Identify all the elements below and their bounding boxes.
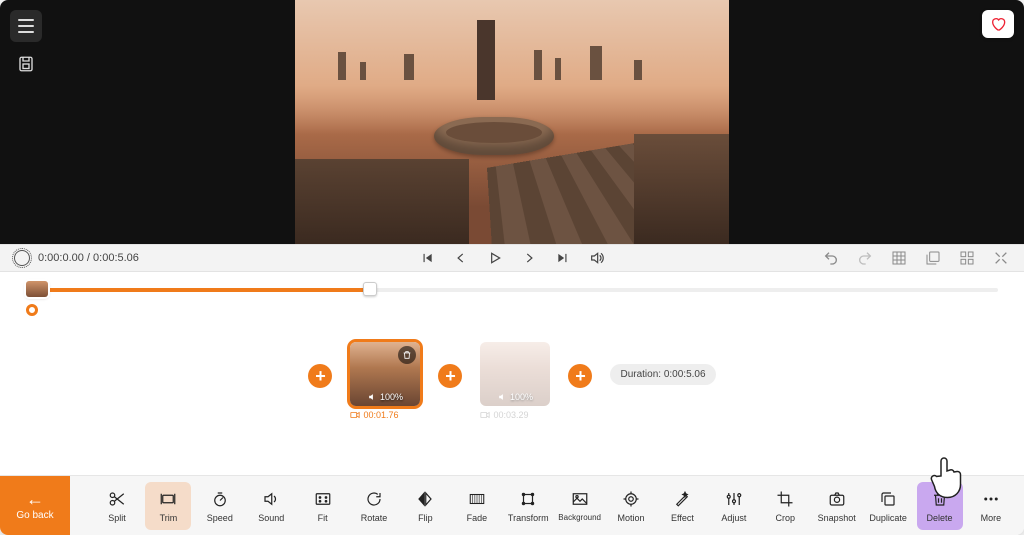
playhead-handle[interactable] xyxy=(363,282,377,296)
duplicate-tool[interactable]: Duplicate xyxy=(865,482,911,530)
save-button[interactable] xyxy=(14,52,38,76)
clip-volume-indicator: 100% xyxy=(368,392,403,402)
play-button[interactable] xyxy=(487,250,503,266)
next-frame-button[interactable] xyxy=(521,250,537,266)
speed-tool[interactable]: Speed xyxy=(197,482,243,530)
trim-tool[interactable]: Trim xyxy=(145,482,191,530)
flip-tool[interactable]: Flip xyxy=(402,482,448,530)
flip-icon xyxy=(415,489,435,509)
hamburger-menu-button[interactable] xyxy=(10,10,42,42)
effect-icon xyxy=(672,489,692,509)
rotate-icon xyxy=(364,489,384,509)
time-display: 0:00:0.00 / 0:00:5.06 xyxy=(38,252,139,264)
split-tool[interactable]: Split xyxy=(94,482,140,530)
settings-icon[interactable] xyxy=(14,250,30,266)
trim-icon xyxy=(158,489,178,509)
timeline[interactable] xyxy=(0,272,1024,312)
motion-tool[interactable]: Motion xyxy=(608,482,654,530)
control-bar: 0:00:0.00 / 0:00:5.06 xyxy=(0,244,1024,272)
background-tool[interactable]: Background xyxy=(557,482,603,530)
arrow-left-icon: ← xyxy=(26,490,44,508)
background-icon xyxy=(570,489,590,509)
volume-button[interactable] xyxy=(589,250,605,266)
more-tool[interactable]: More xyxy=(968,482,1014,530)
clip-time-label: 00:01.76 xyxy=(350,410,420,420)
clips-row: + 100% 00:01.76 + xyxy=(0,312,1024,432)
layers-button[interactable] xyxy=(924,249,942,267)
grid-button[interactable] xyxy=(890,249,908,267)
clip-item[interactable]: 100% 00:01.76 xyxy=(350,342,420,420)
redo-button[interactable] xyxy=(856,249,874,267)
delete-tool[interactable]: Delete xyxy=(917,482,963,530)
crop-icon xyxy=(775,489,795,509)
fade-tool[interactable]: Fade xyxy=(454,482,500,530)
trash-icon xyxy=(930,489,950,509)
skip-end-button[interactable] xyxy=(555,250,571,266)
transport-controls xyxy=(419,250,605,266)
duplicate-icon xyxy=(878,489,898,509)
camera-icon xyxy=(827,489,847,509)
transform-icon xyxy=(518,489,538,509)
speed-icon xyxy=(210,489,230,509)
adjust-icon xyxy=(724,489,744,509)
go-back-label: Go back xyxy=(16,510,53,521)
scissors-icon xyxy=(107,489,127,509)
clip-volume-indicator: 100% xyxy=(498,392,533,402)
clip-time-label: 00:03.29 xyxy=(480,410,550,420)
fullscreen-button[interactable] xyxy=(992,249,1010,267)
timeline-start-thumb[interactable] xyxy=(26,281,48,297)
snapshot-tool[interactable]: Snapshot xyxy=(814,482,860,530)
preview-area xyxy=(0,0,1024,244)
adjust-tool[interactable]: Adjust xyxy=(711,482,757,530)
add-clip-between-button[interactable]: + xyxy=(438,364,462,388)
more-icon xyxy=(981,489,1001,509)
fade-icon xyxy=(467,489,487,509)
right-controls xyxy=(822,249,1010,267)
clip-thumbnail[interactable]: 100% xyxy=(350,342,420,406)
go-back-button[interactable]: ← Go back xyxy=(0,476,70,535)
add-clip-after-button[interactable]: + xyxy=(568,364,592,388)
crop-tool[interactable]: Crop xyxy=(762,482,808,530)
fit-tool[interactable]: Fit xyxy=(300,482,346,530)
sound-icon xyxy=(261,489,281,509)
sound-tool[interactable]: Sound xyxy=(248,482,294,530)
skip-start-button[interactable] xyxy=(419,250,435,266)
duration-pill: Duration: 0:00:5.06 xyxy=(610,364,715,385)
prev-frame-button[interactable] xyxy=(453,250,469,266)
app-root: 0:00:0.00 / 0:00:5.06 + xyxy=(0,0,1024,535)
transform-tool[interactable]: Transform xyxy=(505,482,551,530)
undo-button[interactable] xyxy=(822,249,840,267)
video-preview[interactable] xyxy=(295,0,729,244)
grid-view-button[interactable] xyxy=(958,249,976,267)
fit-icon xyxy=(313,489,333,509)
effect-tool[interactable]: Effect xyxy=(659,482,705,530)
favorite-button[interactable] xyxy=(982,10,1014,38)
clip-item[interactable]: 100% 00:03.29 xyxy=(480,342,550,420)
add-clip-before-button[interactable]: + xyxy=(308,364,332,388)
motion-icon xyxy=(621,489,641,509)
rotate-tool[interactable]: Rotate xyxy=(351,482,397,530)
bottom-toolbar: ← Go back Split Trim Speed Sound Fit xyxy=(0,475,1024,535)
timeline-progress xyxy=(40,288,370,292)
clip-thumbnail[interactable]: 100% xyxy=(480,342,550,406)
